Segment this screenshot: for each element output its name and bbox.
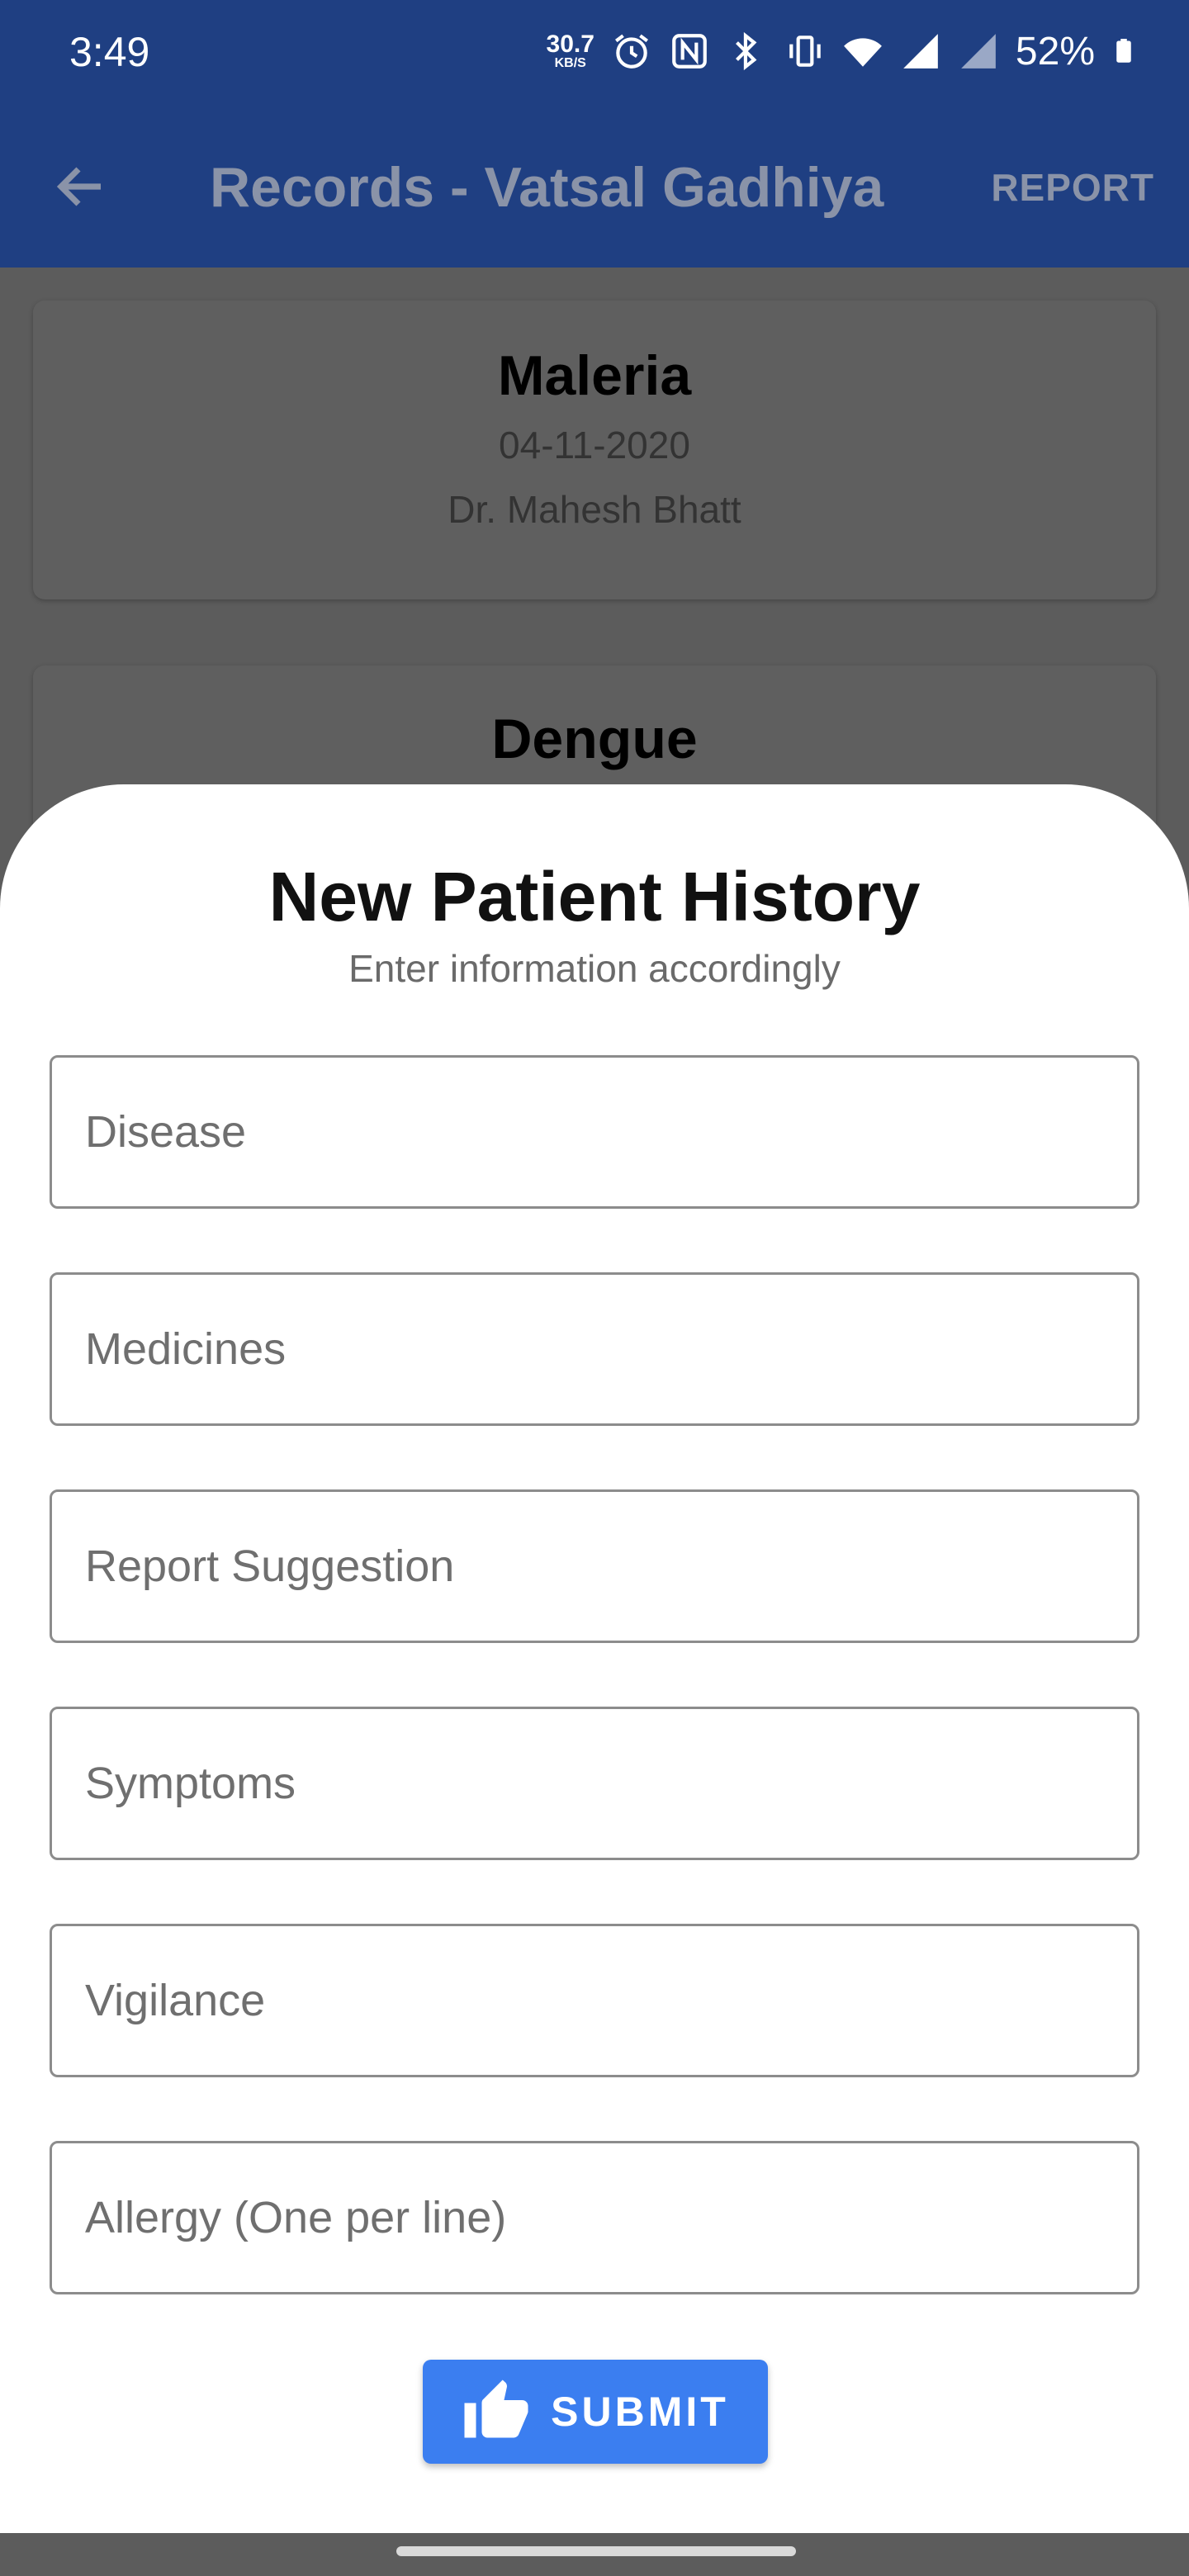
record-doctor: Dr. Mahesh Bhatt: [448, 488, 741, 531]
allergy-field: [50, 2141, 1139, 2294]
report-button[interactable]: REPORT: [991, 165, 1154, 210]
bluetooth-icon: [735, 31, 757, 71]
signal-icon: [961, 34, 996, 69]
wifi-icon: [844, 38, 882, 67]
sheet-title: New Patient History: [268, 858, 921, 935]
record-disease: Dengue: [491, 708, 698, 770]
alarm-icon: [614, 34, 648, 69]
sheet-subtitle: Enter information accordingly: [348, 947, 841, 990]
thumbs-up-icon: [464, 2379, 528, 2438]
status-icons: 30.7 KB/S 52%: [547, 25, 1136, 78]
record-disease: Maleria: [497, 344, 692, 407]
disease-input[interactable]: [52, 1058, 1137, 1206]
submit-label: SUBMIT: [551, 2389, 729, 2435]
network-speed-value: 30.7: [546, 31, 594, 58]
app-bar: Records - Vatsal Gadhiya REPORT: [0, 106, 1189, 268]
medicines-field: [50, 1272, 1139, 1426]
vibrate-icon: [789, 36, 821, 67]
report-suggestion-field: [50, 1489, 1139, 1643]
record-date: 04-11-2020: [499, 424, 690, 466]
allergy-input[interactable]: [52, 2143, 1137, 2292]
battery-percent: 52%: [1015, 29, 1095, 73]
gesture-nav-bar[interactable]: [396, 2546, 796, 2556]
vigilance-field: [50, 1924, 1139, 2077]
network-speed-unit: KB/S: [554, 56, 586, 70]
medicines-input[interactable]: [52, 1275, 1137, 1423]
signal-icon: [903, 34, 938, 69]
symptoms-input[interactable]: [52, 1709, 1137, 1858]
status-time: 3:49: [69, 29, 150, 75]
disease-field: [50, 1055, 1139, 1209]
network-speed: 30.7 KB/S: [547, 32, 594, 70]
page-title: Records - Vatsal Gadhiya: [210, 156, 884, 219]
battery-icon: [1116, 39, 1131, 63]
back-arrow-icon[interactable]: [51, 157, 111, 216]
vigilance-input[interactable]: [52, 1926, 1137, 2075]
submit-button[interactable]: SUBMIT: [423, 2360, 768, 2464]
symptoms-field: [50, 1707, 1139, 1860]
nfc-icon: [672, 34, 707, 69]
report-suggestion-input[interactable]: [52, 1492, 1137, 1641]
new-patient-history-sheet: New Patient History Enter information ac…: [0, 784, 1189, 2533]
record-card[interactable]: Maleria 04-11-2020 Dr. Mahesh Bhatt: [33, 301, 1156, 599]
status-bar: 3:49 30.7 KB/S 52%: [0, 0, 1189, 106]
